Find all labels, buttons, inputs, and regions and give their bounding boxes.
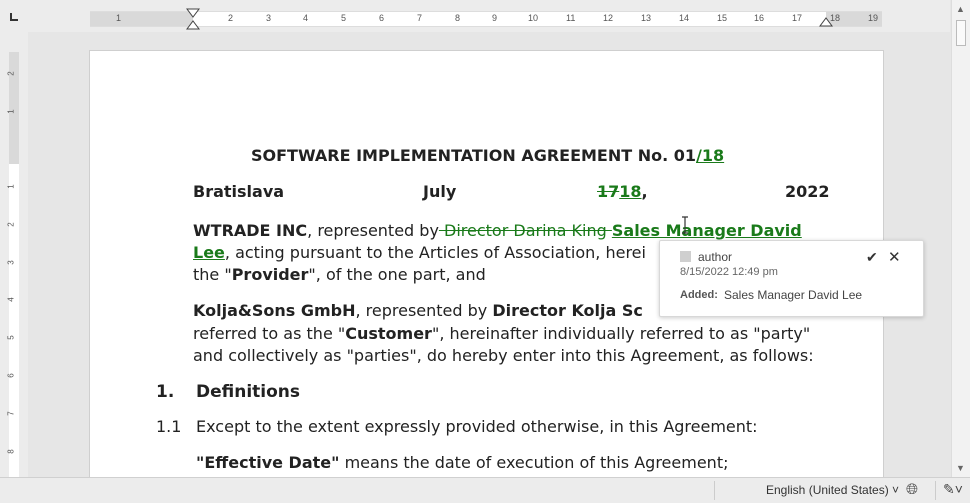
ruler-number: 9 xyxy=(492,13,498,23)
author-avatar xyxy=(680,251,691,262)
ruler-number: 7 xyxy=(417,13,423,23)
ruler-number: 4 xyxy=(303,13,309,23)
defined-term: Customer xyxy=(345,324,432,343)
month: July xyxy=(423,182,457,201)
text: , represented by xyxy=(355,301,493,320)
scroll-thumb[interactable] xyxy=(956,20,966,46)
party-name: Kolja&Sons GmbH xyxy=(193,301,356,320)
horizontal-ruler[interactable]: 1 2 3 4 5 6 7 8 9 10 11 12 13 14 15 16 1… xyxy=(0,0,950,32)
text: , represented by xyxy=(307,221,439,240)
ruler-number: 1 xyxy=(6,109,16,114)
inserted-text[interactable]: Sales Manager David xyxy=(612,221,802,240)
ruler-number: 4 xyxy=(6,297,16,302)
change-type-label: Added: xyxy=(680,289,718,301)
ruler-number: 8 xyxy=(6,449,16,454)
para2-line1[interactable]: Kolja&Sons GmbH, represented by Director… xyxy=(193,301,643,320)
clause-number: 1.1 xyxy=(156,417,182,436)
scroll-up-icon[interactable]: ▲ xyxy=(956,4,965,14)
inserted-text[interactable]: Lee xyxy=(193,243,225,262)
text: ", of the one part, and xyxy=(308,265,486,284)
ruler-number: 5 xyxy=(341,13,347,23)
deleted-text[interactable]: Director Darina King xyxy=(439,221,612,240)
text: means the date of execution of this Agre… xyxy=(339,453,729,472)
ruler-number: 12 xyxy=(603,13,614,23)
check-icon[interactable]: ✔ xyxy=(866,249,878,266)
definition-line[interactable]: "Effective Date" means the date of execu… xyxy=(196,453,728,472)
ruler-number: 14 xyxy=(679,13,690,23)
ruler-number: 1 xyxy=(6,184,16,189)
ruler-number: 7 xyxy=(6,411,16,416)
ruler-number: 10 xyxy=(528,13,539,23)
agreement-title[interactable]: SOFTWARE IMPLEMENTATION AGREEMENT No. 01… xyxy=(251,146,724,165)
scroll-down-icon[interactable]: ▼ xyxy=(956,463,965,473)
ruler-number: 3 xyxy=(266,13,272,23)
defined-term: Effective Date xyxy=(204,453,332,472)
ruler-number: 16 xyxy=(754,13,765,23)
text: ", hereinafter individually referred to … xyxy=(431,324,811,343)
text-cursor-icon xyxy=(682,216,688,234)
ruler-strip[interactable]: 1 2 3 4 5 6 7 8 9 10 11 12 13 14 15 16 1… xyxy=(90,8,882,30)
ruler-number: 5 xyxy=(6,335,16,340)
vertical-ruler[interactable]: 2 1 1 2 3 4 5 6 7 8 xyxy=(0,32,28,477)
ruler-number: 6 xyxy=(379,13,385,23)
indent-marker-icon[interactable] xyxy=(186,8,200,30)
para1-line2[interactable]: Lee, acting pursuant to the Articles of … xyxy=(193,243,646,262)
section-title[interactable]: Definitions xyxy=(196,382,300,402)
defined-term: Provider xyxy=(231,265,309,284)
close-icon[interactable]: ✕ xyxy=(888,248,901,266)
vertical-scrollbar[interactable]: ▲ ▼ xyxy=(951,0,970,477)
ruler-number: 11 xyxy=(566,13,576,23)
ruler-number: 2 xyxy=(6,71,16,76)
ruler-number: 15 xyxy=(717,13,728,23)
ruler-number: 8 xyxy=(455,13,461,23)
divider xyxy=(714,481,715,500)
globe-icon[interactable]: 🌐︎ xyxy=(906,481,918,498)
inserted-text[interactable]: 18 xyxy=(619,182,641,201)
comment-author: author xyxy=(698,250,733,264)
ruler-number: 2 xyxy=(6,222,16,227)
para2-line3[interactable]: and collectively as "parties", do hereby… xyxy=(193,346,814,365)
language-selector[interactable]: English (United States) ˅ xyxy=(766,483,899,497)
year: 2022 xyxy=(785,182,830,201)
text: the " xyxy=(193,265,232,284)
para1-line1[interactable]: WTRADE INC, represented by Director Dari… xyxy=(193,221,802,240)
clause-text[interactable]: Except to the extent expressly provided … xyxy=(196,417,758,436)
inserted-text[interactable]: /18 xyxy=(696,146,724,165)
section-number: 1. xyxy=(156,382,175,402)
divider xyxy=(935,481,936,500)
text: , acting pursuant to the Articles of Ass… xyxy=(224,243,646,262)
change-content: Sales Manager David Lee xyxy=(724,288,863,302)
tab-stop-icon[interactable] xyxy=(10,13,18,21)
text: referred to as the " xyxy=(193,324,346,343)
ruler-number: 2 xyxy=(228,13,234,23)
director-name: Director Kolja Sc xyxy=(492,301,643,320)
deleted-text[interactable]: 17 xyxy=(597,182,619,201)
comment-date: 8/15/2022 12:49 pm xyxy=(680,266,778,278)
ruler-number: 19 xyxy=(868,13,879,23)
party-name: WTRADE INC xyxy=(193,221,308,240)
tracked-change-balloon[interactable]: author 8/15/2022 12:49 pm Added: Sales M… xyxy=(659,240,924,317)
para1-line3[interactable]: the "Provider", of the one part, and xyxy=(193,265,486,284)
ruler-number: 17 xyxy=(792,13,803,23)
top-margin xyxy=(9,52,19,164)
ruler-number: 3 xyxy=(6,260,16,265)
right-indent-marker-icon[interactable] xyxy=(819,15,833,27)
track-changes-icon[interactable]: ✎˅ xyxy=(943,481,963,498)
comma: , xyxy=(641,182,648,201)
ruler-number: 1 xyxy=(116,13,122,23)
city: Bratislava xyxy=(193,182,285,201)
ruler-number: 6 xyxy=(6,373,16,378)
status-bar: English (United States) ˅ 🌐︎ ✎˅ xyxy=(0,477,970,503)
ruler-number: 13 xyxy=(641,13,652,23)
title-text: SOFTWARE IMPLEMENTATION AGREEMENT No. 01 xyxy=(251,146,697,165)
para2-line2[interactable]: referred to as the "Customer", hereinaft… xyxy=(193,324,810,343)
left-margin xyxy=(90,12,193,26)
day[interactable]: 1718, xyxy=(597,182,648,201)
